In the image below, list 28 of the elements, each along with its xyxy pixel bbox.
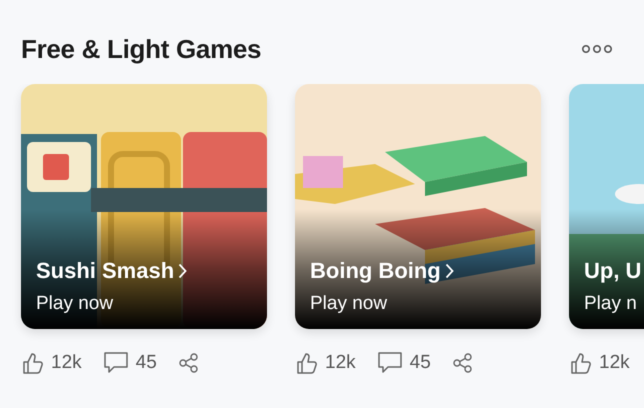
play-now-link[interactable]: Play now [36, 290, 114, 318]
play-now-link[interactable]: Play n [584, 290, 637, 318]
thumbs-up-icon [23, 352, 43, 374]
more-options-icon [582, 44, 612, 54]
game-card[interactable]: Boing Boing Play now [295, 84, 541, 329]
like-button[interactable]: 12k [297, 349, 356, 378]
game-title: Boing Boing [310, 257, 441, 285]
thumbs-up-icon [571, 352, 591, 374]
like-button[interactable]: 12k [23, 349, 82, 378]
game-title: Sushi Smash [36, 257, 174, 285]
play-now-link[interactable]: Play now [310, 290, 388, 318]
share-button[interactable] [178, 353, 199, 374]
thumbs-up-icon [297, 352, 317, 374]
share-button[interactable] [452, 353, 473, 374]
speech-bubble-icon [378, 352, 402, 374]
game-card[interactable]: Up, U Play n [569, 84, 644, 329]
share-icon [452, 353, 473, 374]
game-card[interactable]: Sushi Smash Play now [21, 84, 267, 329]
game-title: Up, U [584, 257, 642, 285]
section-title: Free & Light Games [21, 32, 262, 66]
speech-bubble-icon [104, 352, 128, 374]
share-icon [178, 353, 199, 374]
chevron-right-icon [178, 262, 188, 278]
chevron-right-icon [444, 262, 454, 278]
more-options-button[interactable] [580, 42, 614, 56]
like-button[interactable]: 12k [571, 349, 630, 378]
comment-button[interactable]: 45 [104, 349, 157, 378]
comment-button[interactable]: 45 [378, 349, 431, 378]
